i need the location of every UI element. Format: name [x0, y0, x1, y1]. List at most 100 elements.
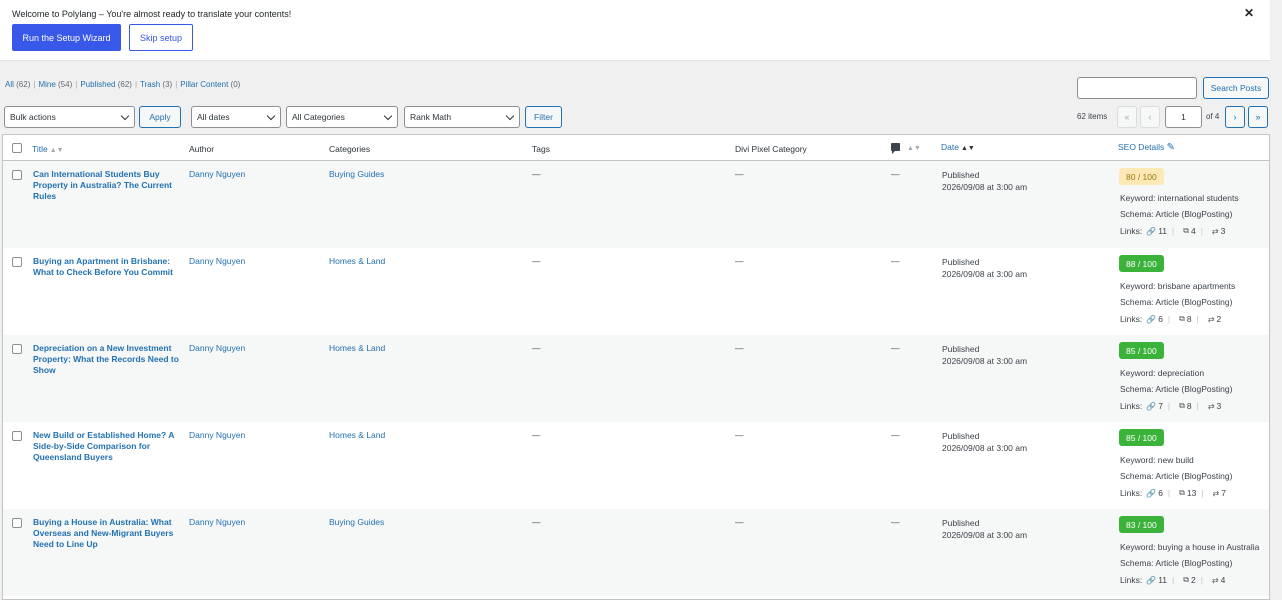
first-page-button[interactable]: «	[1117, 106, 1137, 128]
last-page-button[interactable]: »	[1248, 106, 1268, 128]
row-checkbox[interactable]	[12, 518, 22, 528]
post-divi-category: —	[735, 169, 744, 179]
post-category[interactable]: Homes & Land	[329, 343, 385, 354]
post-title-link[interactable]: New Build or Established Home? A Side-by…	[33, 430, 181, 463]
row-checkbox[interactable]	[12, 257, 22, 267]
row-checkbox[interactable]	[12, 344, 22, 354]
row-checkbox[interactable]	[12, 170, 22, 180]
post-date: Published 2026/09/08 at 3:00 am	[942, 257, 1028, 279]
link-icon: 🔗	[1146, 314, 1157, 324]
table-row: Buying a House in Australia: What Overse…	[3, 509, 1269, 596]
view-mine[interactable]: Mine (54)	[38, 80, 72, 89]
view-all[interactable]: All (62)	[5, 80, 30, 89]
close-icon[interactable]: ✕	[1244, 6, 1254, 20]
chevron-down-icon	[120, 111, 130, 121]
skip-setup-button[interactable]: Skip setup	[129, 24, 193, 51]
seo-links: Links: 🔗 11 | ⧉ 2 | ⇄ 4	[1120, 575, 1226, 585]
post-divi-category: —	[735, 256, 744, 266]
post-date: Published 2026/09/08 at 3:00 am	[942, 344, 1028, 366]
seo-keyword: Keyword: buying a house in Australia	[1120, 542, 1260, 552]
post-title-link[interactable]: Can International Students Buy Property …	[33, 169, 181, 202]
post-author[interactable]: Danny Nguyen	[189, 169, 245, 180]
seo-score-badge: 80 / 100	[1119, 168, 1164, 185]
filter-button[interactable]: Filter	[525, 106, 562, 128]
post-category[interactable]: Homes & Land	[329, 430, 385, 441]
row-checkbox[interactable]	[12, 431, 22, 441]
column-title[interactable]: Title ▲▼	[32, 144, 64, 154]
seo-keyword: Keyword: depreciation	[1120, 368, 1205, 378]
link-icon: 🔗	[1146, 575, 1157, 585]
link-icon: 🔗	[1146, 226, 1157, 236]
seo-links: Links: 🔗 6 | ⧉ 8 | ⇄ 2	[1120, 314, 1222, 324]
external-link-icon: ⧉	[1179, 488, 1185, 497]
column-author: Author	[189, 144, 215, 154]
items-count: 62 items	[1077, 112, 1108, 121]
external-link-icon: ⧉	[1179, 401, 1185, 410]
apply-button[interactable]: Apply	[139, 106, 181, 128]
column-tags: Tags	[532, 144, 550, 154]
search-posts-button[interactable]: Search Posts	[1203, 77, 1269, 99]
seo-score-badge: 88 / 100	[1119, 255, 1164, 272]
comments-sort-icon[interactable]: ▲▼	[905, 142, 921, 152]
post-category[interactable]: Buying Guides	[329, 169, 384, 180]
post-author[interactable]: Danny Nguyen	[189, 256, 245, 267]
rank-math-filter-select[interactable]: Rank Math	[404, 106, 520, 128]
post-tags: —	[532, 430, 541, 440]
date-filter-select[interactable]: All dates	[191, 106, 281, 128]
post-title-link[interactable]: Buying a House in Australia: What Overse…	[33, 517, 181, 550]
posts-table: Title ▲▼ Author Categories Tags Divi Pixe…	[2, 134, 1270, 600]
view-pillar-content[interactable]: Pillar Content (0)	[180, 80, 240, 89]
seo-schema: Schema: Article (BlogPosting)	[1120, 471, 1233, 481]
external-link-icon: ⧉	[1183, 575, 1189, 584]
post-date: Published 2026/09/08 at 3:00 am	[942, 518, 1028, 540]
post-tags: —	[532, 169, 541, 179]
link-icon: 🔗	[1146, 488, 1157, 498]
post-title-link[interactable]: Buying an Apartment in Brisbane: What to…	[33, 256, 181, 278]
post-category[interactable]: Buying Guides	[329, 517, 384, 528]
seo-keyword: Keyword: new build	[1120, 455, 1194, 465]
seo-score-badge: 85 / 100	[1119, 342, 1164, 359]
seo-links: Links: 🔗 6 | ⧉ 13 | ⇄ 7	[1120, 488, 1226, 498]
prev-page-button[interactable]: ‹	[1140, 106, 1160, 128]
next-page-button[interactable]: ›	[1225, 106, 1245, 128]
post-divi-category: —	[735, 343, 744, 353]
seo-schema: Schema: Article (BlogPosting)	[1120, 297, 1233, 307]
column-divi-pixel-category: Divi Pixel Category	[735, 144, 807, 154]
post-tags: —	[532, 343, 541, 353]
link-icon: 🔗	[1146, 401, 1157, 411]
seo-schema: Schema: Article (BlogPosting)	[1120, 384, 1233, 394]
post-divi-category: —	[735, 517, 744, 527]
post-tags: —	[532, 256, 541, 266]
post-title-link[interactable]: Depreciation on a New Investment Propert…	[33, 343, 181, 376]
post-comments: —	[891, 430, 900, 440]
bulk-actions-select[interactable]: Bulk actions	[4, 106, 135, 128]
post-author[interactable]: Danny Nguyen	[189, 430, 245, 441]
post-author[interactable]: Danny Nguyen	[189, 517, 245, 528]
incoming-link-icon: ⇄	[1207, 401, 1215, 411]
current-page-input[interactable]: 1	[1165, 106, 1202, 128]
chevron-down-icon	[266, 111, 276, 121]
incoming-link-icon: ⇄	[1212, 488, 1220, 498]
pencil-icon: ✎	[1166, 142, 1176, 153]
category-filter-select[interactable]: All Categories	[286, 106, 398, 128]
post-comments: —	[891, 343, 900, 353]
notice-message: Welcome to Polylang – You're almost read…	[12, 9, 292, 19]
post-category[interactable]: Homes & Land	[329, 256, 385, 267]
incoming-link-icon: ⇄	[1207, 314, 1215, 324]
search-posts-input[interactable]	[1077, 77, 1197, 99]
seo-schema: Schema: Article (BlogPosting)	[1120, 209, 1233, 219]
seo-score-badge: 85 / 100	[1119, 429, 1164, 446]
external-link-icon: ⧉	[1183, 226, 1189, 235]
table-row: Can International Students Buy Property …	[3, 161, 1269, 248]
select-all-checkbox[interactable]	[12, 143, 22, 153]
table-header: Title ▲▼ Author Categories Tags Divi Pixe…	[3, 135, 1269, 161]
external-link-icon: ⧉	[1179, 314, 1185, 323]
view-trash[interactable]: Trash (3)	[140, 80, 172, 89]
view-published[interactable]: Published (62)	[80, 80, 132, 89]
post-author[interactable]: Danny Nguyen	[189, 343, 245, 354]
column-seo-details[interactable]: SEO Details ✎	[1118, 142, 1175, 153]
column-date[interactable]: Date ▲▼	[941, 142, 975, 152]
run-setup-wizard-button[interactable]: Run the Setup Wizard	[12, 24, 121, 51]
seo-links: Links: 🔗 7 | ⧉ 8 | ⇄ 3	[1120, 401, 1222, 411]
post-divi-category: —	[735, 430, 744, 440]
